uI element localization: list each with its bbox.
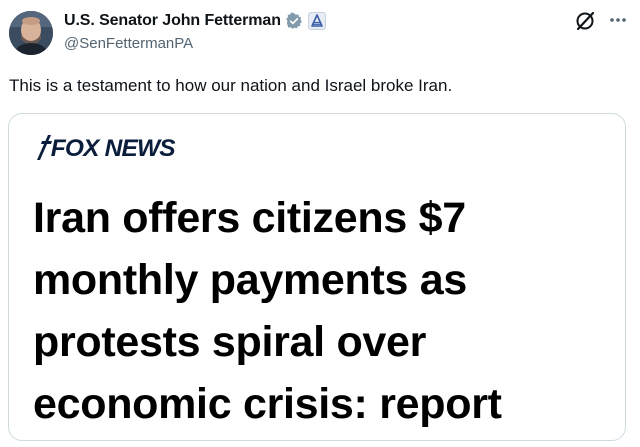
fox-news-logo: FOX NEWS [34,131,176,162]
government-badge-icon[interactable] [307,12,326,30]
more-options-icon[interactable] [606,8,630,32]
author-handle[interactable]: @SenFettermanPA [64,35,193,52]
tweet-text: This is a testament to how our nation an… [9,76,453,95]
headline-line: protests spiral over [33,318,427,366]
headline-line: monthly payments as [33,256,467,304]
avatar-image [9,11,53,55]
article-headline: Iran offers citizens $7 monthly payments… [33,187,613,435]
fox-news-logo-text: FOX NEWS [50,135,176,162]
author-display-name[interactable]: U.S. Senator John Fetterman [64,12,281,30]
author-name-row: U.S. Senator John Fetterman [64,12,326,30]
headline-line: economic crisis: report [33,380,502,428]
grok-icon[interactable] [574,9,598,33]
media-card[interactable]: FOX NEWS Iran offers citizens $7 monthly… [8,113,626,441]
tweet-header: U.S. Senator John Fetterman @SenFetterma… [0,0,640,66]
verified-badge-icon[interactable] [285,12,303,30]
avatar[interactable] [9,11,53,55]
headline-line: Iran offers citizens $7 [33,194,466,242]
